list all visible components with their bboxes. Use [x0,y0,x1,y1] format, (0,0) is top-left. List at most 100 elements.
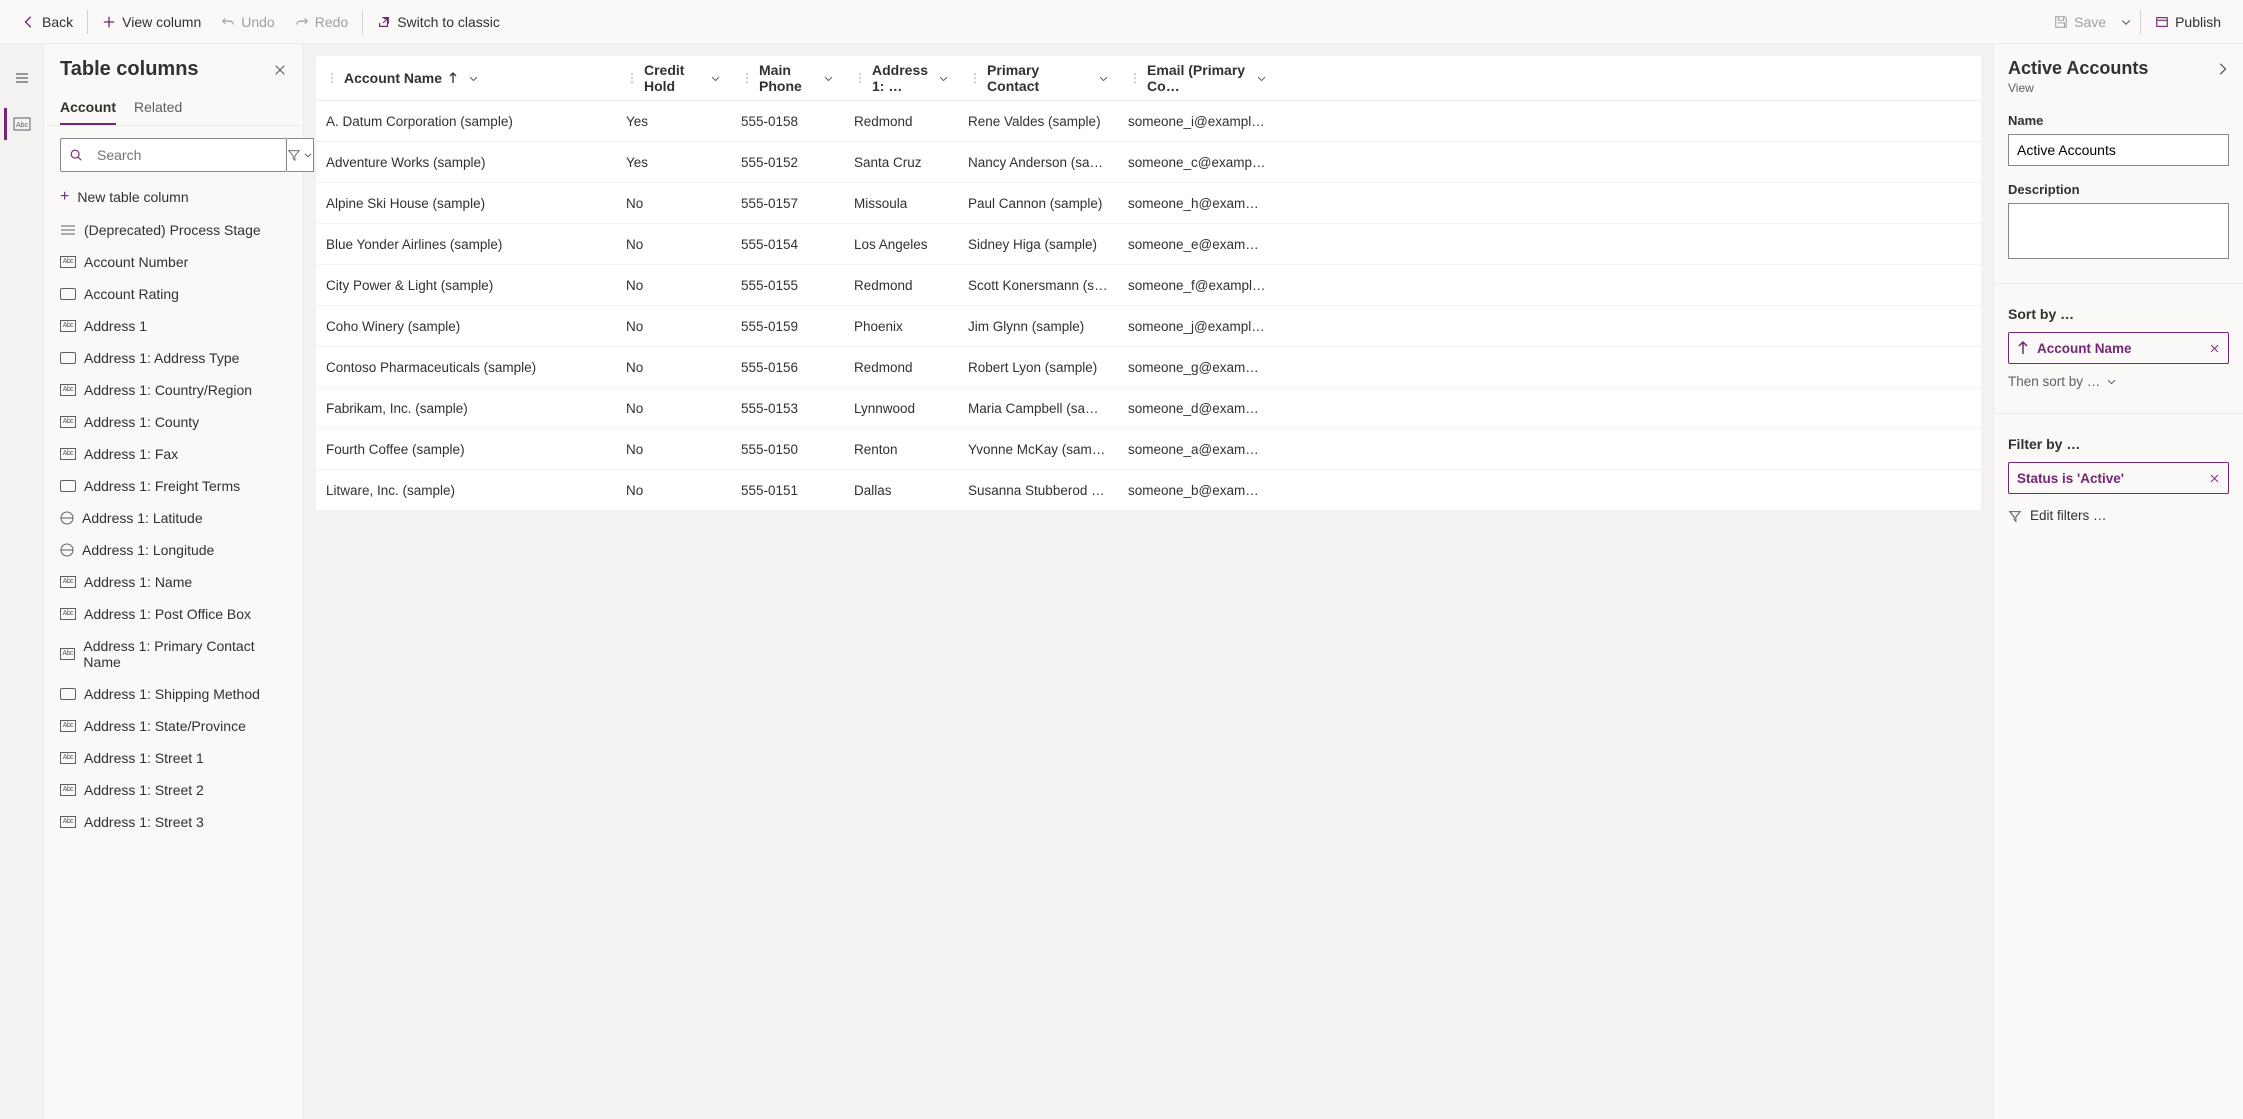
switch-classic-button[interactable]: Switch to classic [367,8,510,36]
save-dropdown-button[interactable] [2116,10,2136,34]
undo-button[interactable]: Undo [211,8,284,36]
column-item[interactable]: Address 1: Latitude [44,502,303,534]
column-item[interactable]: Address 1: Shipping Method [44,678,303,710]
column-header[interactable]: ⋮Credit Hold [616,62,731,94]
tab-account[interactable]: Account [60,91,116,125]
column-item[interactable]: AbcAddress 1: Fax [44,438,303,470]
table-row[interactable]: Coho Winery (sample)No555-0159PhoenixJim… [316,306,1981,347]
table-cell: someone_c@example.com [1118,155,1276,170]
chevron-down-icon [823,73,834,84]
option-type-icon [60,688,76,700]
table-cell: Rene Valdes (sample) [958,114,1118,129]
column-item-label: Address 1: Latitude [82,510,203,526]
chevron-down-icon [468,73,479,84]
column-item-label: Address 1: Street 1 [84,750,204,766]
column-item[interactable]: Abc Address 1 [44,310,303,342]
column-item[interactable]: Abc Account Number [44,246,303,278]
table-row[interactable]: Fourth Coffee (sample)No555-0150RentonYv… [316,429,1981,470]
column-item[interactable]: AbcAddress 1: Primary Contact Name [44,630,303,678]
name-input[interactable] [2008,134,2229,166]
column-item[interactable]: Address 1: Longitude [44,534,303,566]
table-cell: Redmond [844,360,958,375]
text-type-icon: Abc [60,256,76,268]
drag-handle-icon: ⋮ [741,71,753,85]
column-header[interactable]: ⋮Primary Contact [959,62,1119,94]
table-cell: 555-0157 [731,196,844,211]
column-item-label: Account Number [84,254,188,270]
search-box[interactable] [60,138,287,172]
table-row[interactable]: A. Datum Corporation (sample)Yes555-0158… [316,101,1981,142]
drag-handle-icon: ⋮ [626,71,638,85]
close-panel-button[interactable] [273,63,287,77]
table-cell: 555-0158 [731,114,844,129]
column-header[interactable]: ⋮ Main Phone [731,62,844,94]
column-item[interactable]: AbcAddress 1: Street 3 [44,806,303,838]
description-input[interactable] [2008,203,2229,259]
components-rail-button[interactable]: Abc [4,108,36,140]
column-item[interactable]: AbcAddress 1: County [44,406,303,438]
redo-button[interactable]: Redo [285,8,358,36]
then-sort-by-button[interactable]: Then sort by … [2008,374,2229,389]
column-item[interactable]: AbcAddress 1: Street 2 [44,774,303,806]
save-button[interactable]: Save [2044,8,2116,36]
table-row[interactable]: Contoso Pharmaceuticals (sample)No555-01… [316,347,1981,388]
remove-filter-button[interactable] [2209,473,2220,484]
column-item[interactable]: AbcAddress 1: State/Province [44,710,303,742]
column-item[interactable]: Address 1: Address Type [44,342,303,374]
table-row[interactable]: City Power & Light (sample)No555-0155Red… [316,265,1981,306]
table-cell: someone_a@example.com [1118,442,1276,457]
redo-label: Redo [315,14,348,30]
edit-filters-button[interactable]: Edit filters … [2008,508,2229,523]
column-header[interactable]: ⋮Account Name [316,70,616,86]
table-row[interactable]: Litware, Inc. (sample)No555-0151DallasSu… [316,470,1981,511]
table-row[interactable]: Alpine Ski House (sample)No555-0157Misso… [316,183,1981,224]
filter-chip-label: Status is 'Active' [2017,471,2124,486]
view-column-button[interactable]: View column [92,8,211,36]
column-item[interactable]: AbcAddress 1: Post Office Box [44,598,303,630]
column-header-label: Account Name [344,70,442,86]
back-button[interactable]: Back [12,8,83,36]
column-header-label: Main Phone [759,62,813,94]
column-item[interactable]: AbcAddress 1: Street 1 [44,742,303,774]
column-list[interactable]: (Deprecated) Process Stage Abc Account Num… [44,214,303,1119]
remove-sort-button[interactable] [2209,343,2220,354]
grid-area: ⋮Account Name⋮Credit Hold⋮Main Phone⋮Add… [304,44,1993,1119]
separator [87,10,88,34]
table-cell: Maria Campbell (sample) [958,401,1118,416]
table-cell: No [616,196,731,211]
column-item[interactable]: Address 1: Freight Terms [44,470,303,502]
table-row[interactable]: Fabrikam, Inc. (sample)No555-0153Lynnwoo… [316,388,1981,429]
column-item[interactable]: (Deprecated) Process Stage [44,214,303,246]
column-item[interactable]: Account Rating [44,278,303,310]
column-header[interactable]: ⋮Email (Primary Co… [1119,62,1277,94]
table-row[interactable]: Blue Yonder Airlines (sample)No555-0154L… [316,224,1981,265]
table-cell: Nancy Anderson (sample) [958,155,1118,170]
tab-related[interactable]: Related [134,91,182,125]
table-cell: someone_e@example.com [1118,237,1276,252]
sort-chip[interactable]: Account Name [2008,332,2229,364]
table-cell: Susanna Stubberod (sampl... [958,483,1118,498]
column-header[interactable]: ⋮Address 1: … [844,62,959,94]
table-cell: Sidney Higa (sample) [958,237,1118,252]
sort-field-label: Account Name [2037,341,2132,356]
new-table-column-button[interactable]: + New table column [44,180,303,214]
column-item[interactable]: AbcAddress 1: Country/Region [44,374,303,406]
open-external-icon [377,15,391,29]
command-bar: Back View column Undo Redo Switch to cla… [0,0,2243,44]
column-item-label: Address 1: Address Type [84,350,239,366]
column-item[interactable]: AbcAddress 1: Name [44,566,303,598]
table-cell: Santa Cruz [844,155,958,170]
filter-chip[interactable]: Status is 'Active' [2008,462,2229,494]
text-type-icon: Abc [60,320,76,332]
option-type-icon [60,352,76,364]
data-grid: ⋮Account Name⋮Credit Hold⋮Main Phone⋮Add… [316,56,1981,511]
publish-button[interactable]: Publish [2145,8,2231,36]
column-item-label: Address 1 [84,318,147,334]
table-cell: Missoula [844,196,958,211]
table-row[interactable]: Adventure Works (sample)Yes555-0152Santa… [316,142,1981,183]
expand-panel-button[interactable] [2215,62,2229,76]
table-cell: Redmond [844,278,958,293]
search-input[interactable] [89,147,286,163]
hamburger-button[interactable] [6,62,38,94]
table-cell: Scott Konersmann (sample) [958,278,1118,293]
